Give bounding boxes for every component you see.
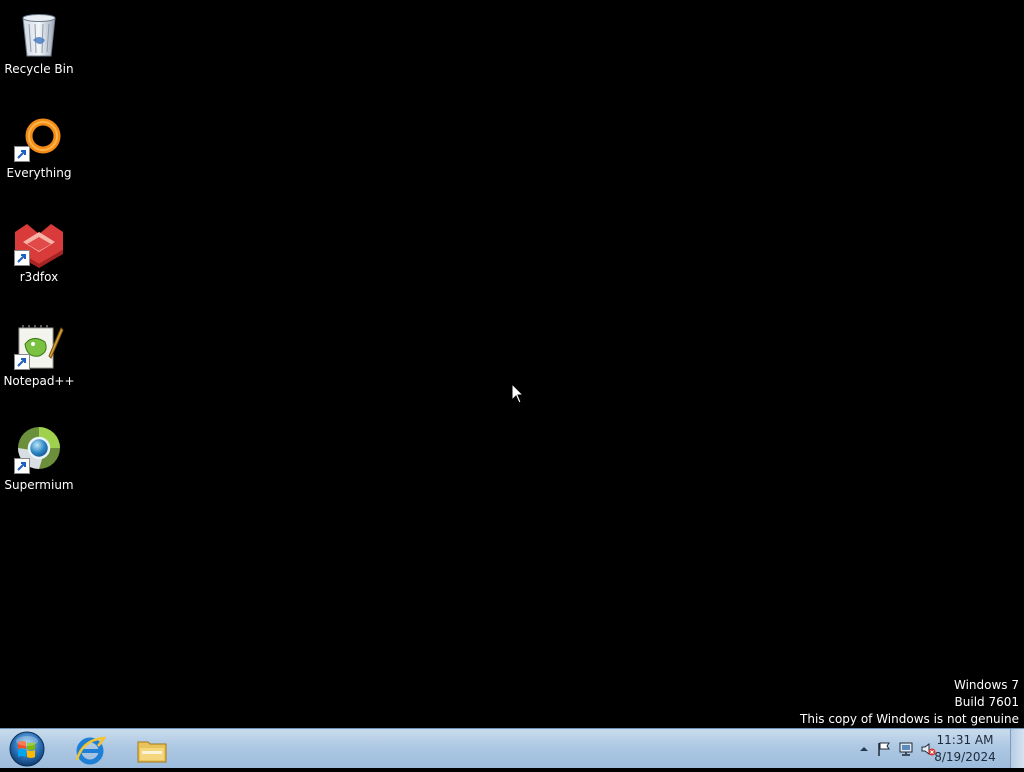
taskbar-windows-explorer[interactable] bbox=[124, 730, 180, 768]
shortcut-arrow-icon bbox=[14, 354, 30, 370]
desktop-icon-r3dfox[interactable]: r3dfox bbox=[0, 212, 78, 296]
clock-time: 11:31 AM bbox=[936, 733, 994, 747]
watermark-genuine-notice: This copy of Windows is not genuine bbox=[800, 712, 1019, 726]
taskbar: 11:31 AM 8/19/2024 bbox=[0, 728, 1024, 768]
show-desktop-button[interactable] bbox=[1010, 729, 1024, 768]
desktop-icon-label: Recycle Bin bbox=[4, 62, 74, 76]
shortcut-arrow-icon bbox=[14, 458, 30, 474]
desktop-icon-notepadpp[interactable]: Notepad++ bbox=[0, 316, 78, 400]
desktop-icon-label: Supermium bbox=[4, 478, 74, 492]
desktop-icon-recycle-bin[interactable]: Recycle Bin bbox=[0, 4, 78, 88]
desktop-icon-label: Everything bbox=[6, 166, 72, 180]
recycle-bin-icon bbox=[13, 10, 65, 62]
windows-orb-icon bbox=[9, 731, 45, 767]
taskbar-internet-explorer[interactable] bbox=[62, 730, 118, 768]
internet-explorer-icon bbox=[75, 736, 106, 765]
watermark-os-name: Windows 7 bbox=[953, 678, 1019, 692]
shortcut-arrow-icon bbox=[14, 146, 30, 162]
shortcut-arrow-icon bbox=[14, 250, 30, 266]
desktop-icon-everything[interactable]: Everything bbox=[0, 108, 78, 192]
desktop-icon-label: r3dfox bbox=[19, 270, 59, 284]
clock-date: 8/19/2024 bbox=[934, 750, 996, 764]
mouse-cursor-icon bbox=[511, 382, 525, 405]
windows-watermark: Windows 7 Build 7601 This copy of Window… bbox=[800, 677, 1019, 728]
desktop[interactable]: Recycle Bin Everything r3dfox Notepad++ … bbox=[0, 0, 1024, 728]
desktop-icon-supermium[interactable]: Supermium bbox=[0, 420, 78, 504]
file-explorer-icon bbox=[137, 741, 167, 763]
watermark-build: Build 7601 bbox=[954, 695, 1019, 709]
desktop-icon-label: Notepad++ bbox=[3, 374, 75, 388]
system-tray: 11:31 AM 8/19/2024 bbox=[834, 729, 1024, 769]
taskbar-clock[interactable]: 11:31 AM 8/19/2024 bbox=[930, 732, 1000, 766]
action-center-flag-icon[interactable] bbox=[876, 741, 892, 757]
show-hidden-icons-arrow[interactable] bbox=[856, 741, 872, 757]
network-icon[interactable] bbox=[898, 741, 914, 757]
start-button[interactable] bbox=[4, 730, 50, 768]
